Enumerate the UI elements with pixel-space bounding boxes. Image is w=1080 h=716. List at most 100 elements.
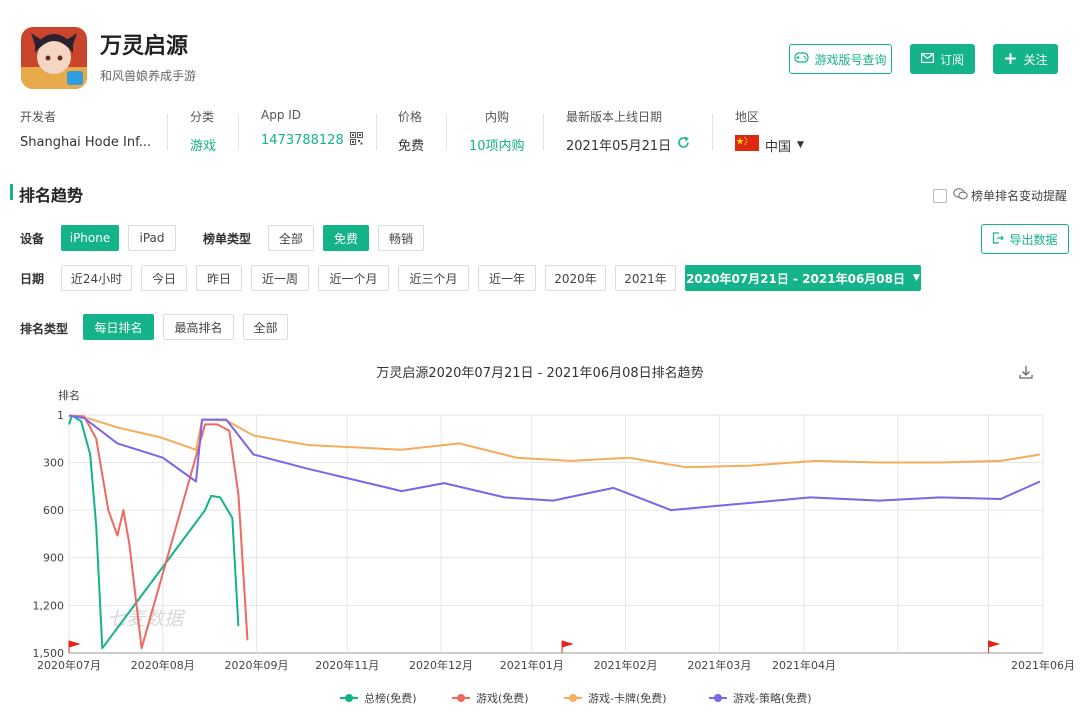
date-three-months[interactable]: 近三个月 — [398, 265, 469, 291]
legend-swatch — [457, 694, 465, 702]
date-range-picker[interactable]: 2020年07月21日 - 2021年06月08日 ▼ — [685, 265, 921, 291]
x-tick-label: 2021年01月 — [500, 658, 564, 672]
date-24h[interactable]: 近24小时 — [61, 265, 132, 291]
version-flag-marker[interactable] — [68, 640, 81, 653]
x-tick-label: 2020年12月 — [409, 658, 473, 672]
app-icon — [21, 27, 87, 89]
divider — [712, 114, 713, 150]
follow-button[interactable]: + 关注 — [993, 44, 1058, 74]
date-month[interactable]: 近一个月 — [318, 265, 389, 291]
list-type-free[interactable]: 免费 — [323, 225, 369, 251]
y-tick-label: 300 — [43, 456, 64, 469]
meta-app-id: App ID 1473788128 — [261, 108, 363, 149]
subscribe-label: 订阅 — [939, 52, 964, 67]
caret-down-icon: ▼ — [797, 140, 804, 150]
section-accent — [10, 184, 13, 200]
meta-label: 开发者 — [20, 110, 57, 124]
date-2020[interactable]: 2020年 — [545, 265, 606, 291]
wechat-icon — [953, 188, 968, 203]
legend-swatch — [714, 694, 722, 702]
y-tick-label: 1 — [57, 409, 64, 422]
version-query-label: 游戏版号查询 — [814, 52, 887, 67]
legend-item[interactable]: 游戏(免费) — [452, 691, 529, 705]
rank-trend-chart: 排名 13006009001,2001,5002020年07月 2020年08月 2… — [33, 388, 1076, 705]
china-flag-icon — [735, 135, 759, 155]
date-2021[interactable]: 2021年 — [615, 265, 676, 291]
plus-icon: + — [1003, 48, 1018, 69]
legend-label: 总榜(免费) — [364, 691, 417, 705]
release-date-value: 2021年05月21日 — [566, 139, 672, 154]
meta-category: 分类 游戏 — [190, 108, 216, 154]
rank-type-all[interactable]: 全部 — [243, 314, 288, 340]
developer-value: Shanghai Hode Inf... — [20, 135, 152, 150]
meta-label: 内购 — [485, 110, 510, 124]
date-today[interactable]: 今日 — [141, 265, 187, 291]
y-tick-label: 1,200 — [33, 599, 65, 612]
meta-region: 地区 中国 ▼ — [735, 108, 804, 155]
y-tick-label: 600 — [43, 504, 64, 517]
region-value: 中国 — [765, 139, 792, 155]
series-line[interactable] — [68, 414, 1041, 469]
region-select[interactable]: 中国 ▼ — [735, 135, 804, 155]
legend-item[interactable]: 总榜(免费) — [340, 691, 417, 705]
app-title: 万灵启源 — [100, 34, 189, 59]
date-week[interactable]: 近一周 — [251, 265, 309, 291]
date-yesterday[interactable]: 昨日 — [196, 265, 242, 291]
list-type-label: 榜单类型 — [203, 232, 252, 246]
meta-price: 价格 免费 — [398, 108, 424, 154]
meta-label: 价格 — [398, 110, 423, 124]
device-iphone[interactable]: iPhone — [61, 225, 119, 251]
date-year[interactable]: 近一年 — [478, 265, 536, 291]
alert-label: 榜单排名变动提醒 — [971, 189, 1068, 203]
x-tick-label: 2021年06月 — [1011, 658, 1075, 672]
category-link[interactable]: 游戏 — [190, 135, 216, 154]
rank-type-highest[interactable]: 最高排名 — [163, 314, 234, 340]
legend-swatch — [569, 694, 577, 702]
gamepad-icon — [794, 52, 810, 66]
meta-developer: 开发者 Shanghai Hode Inf... — [20, 108, 151, 150]
version-flag-marker[interactable] — [561, 640, 574, 653]
iap-link[interactable]: 10项内购 — [469, 135, 525, 154]
legend-item[interactable]: 游戏-策略(免费) — [709, 691, 812, 705]
rank-type-daily[interactable]: 每日排名 — [83, 314, 154, 340]
app-id-value: 1473788128 — [261, 133, 344, 148]
section-title: 排名趋势 — [19, 186, 84, 205]
y-tick-label: 900 — [43, 552, 64, 565]
divider — [167, 114, 168, 150]
meta-label: 分类 — [190, 110, 215, 124]
y-axis-label: 排名 — [58, 388, 80, 402]
qrcode-icon[interactable] — [349, 132, 363, 149]
meta-release-date: 最新版本上线日期 2021年05月21日 — [566, 108, 690, 154]
device-ipad[interactable]: iPad — [128, 225, 176, 251]
legend-swatch — [345, 694, 353, 702]
version-query-button[interactable]: 游戏版号查询 — [789, 44, 892, 74]
list-type-grossing[interactable]: 畅销 — [378, 225, 424, 251]
legend-label: 游戏(免费) — [476, 691, 529, 705]
x-tick-label: 2021年02月 — [594, 658, 658, 672]
alert-checkbox[interactable] — [933, 189, 947, 203]
meta-label: 最新版本上线日期 — [566, 110, 663, 124]
legend-label: 游戏-策略(免费) — [733, 691, 812, 705]
export-button[interactable]: 导出数据 — [981, 224, 1069, 254]
app-subtitle: 和风兽娘养成手游 — [100, 69, 197, 83]
price-value: 免费 — [398, 139, 425, 154]
chart-title: 万灵启源2020年07月21日 - 2021年06月08日排名趋势 — [376, 366, 704, 381]
x-tick-label: 2020年08月 — [131, 658, 195, 672]
divider — [446, 114, 447, 150]
divider — [238, 114, 239, 150]
meta-label: 地区 — [735, 110, 760, 124]
list-type-all[interactable]: 全部 — [268, 225, 314, 251]
version-flag-marker[interactable] — [988, 640, 1001, 653]
rank-type-label: 排名类型 — [20, 322, 69, 336]
subscribe-button[interactable]: 订阅 — [910, 44, 975, 74]
x-tick-label: 2020年07月 — [37, 658, 101, 672]
divider — [376, 114, 377, 150]
legend-item[interactable]: 游戏-卡牌(免费) — [564, 691, 667, 705]
mail-icon — [920, 52, 934, 66]
device-label: 设备 — [20, 232, 45, 246]
refresh-icon[interactable] — [677, 136, 690, 153]
divider — [543, 114, 544, 150]
x-tick-label: 2021年04月 — [772, 658, 836, 672]
x-tick-label: 2020年11月 — [315, 658, 379, 672]
x-tick-label: 2021年03月 — [687, 658, 751, 672]
